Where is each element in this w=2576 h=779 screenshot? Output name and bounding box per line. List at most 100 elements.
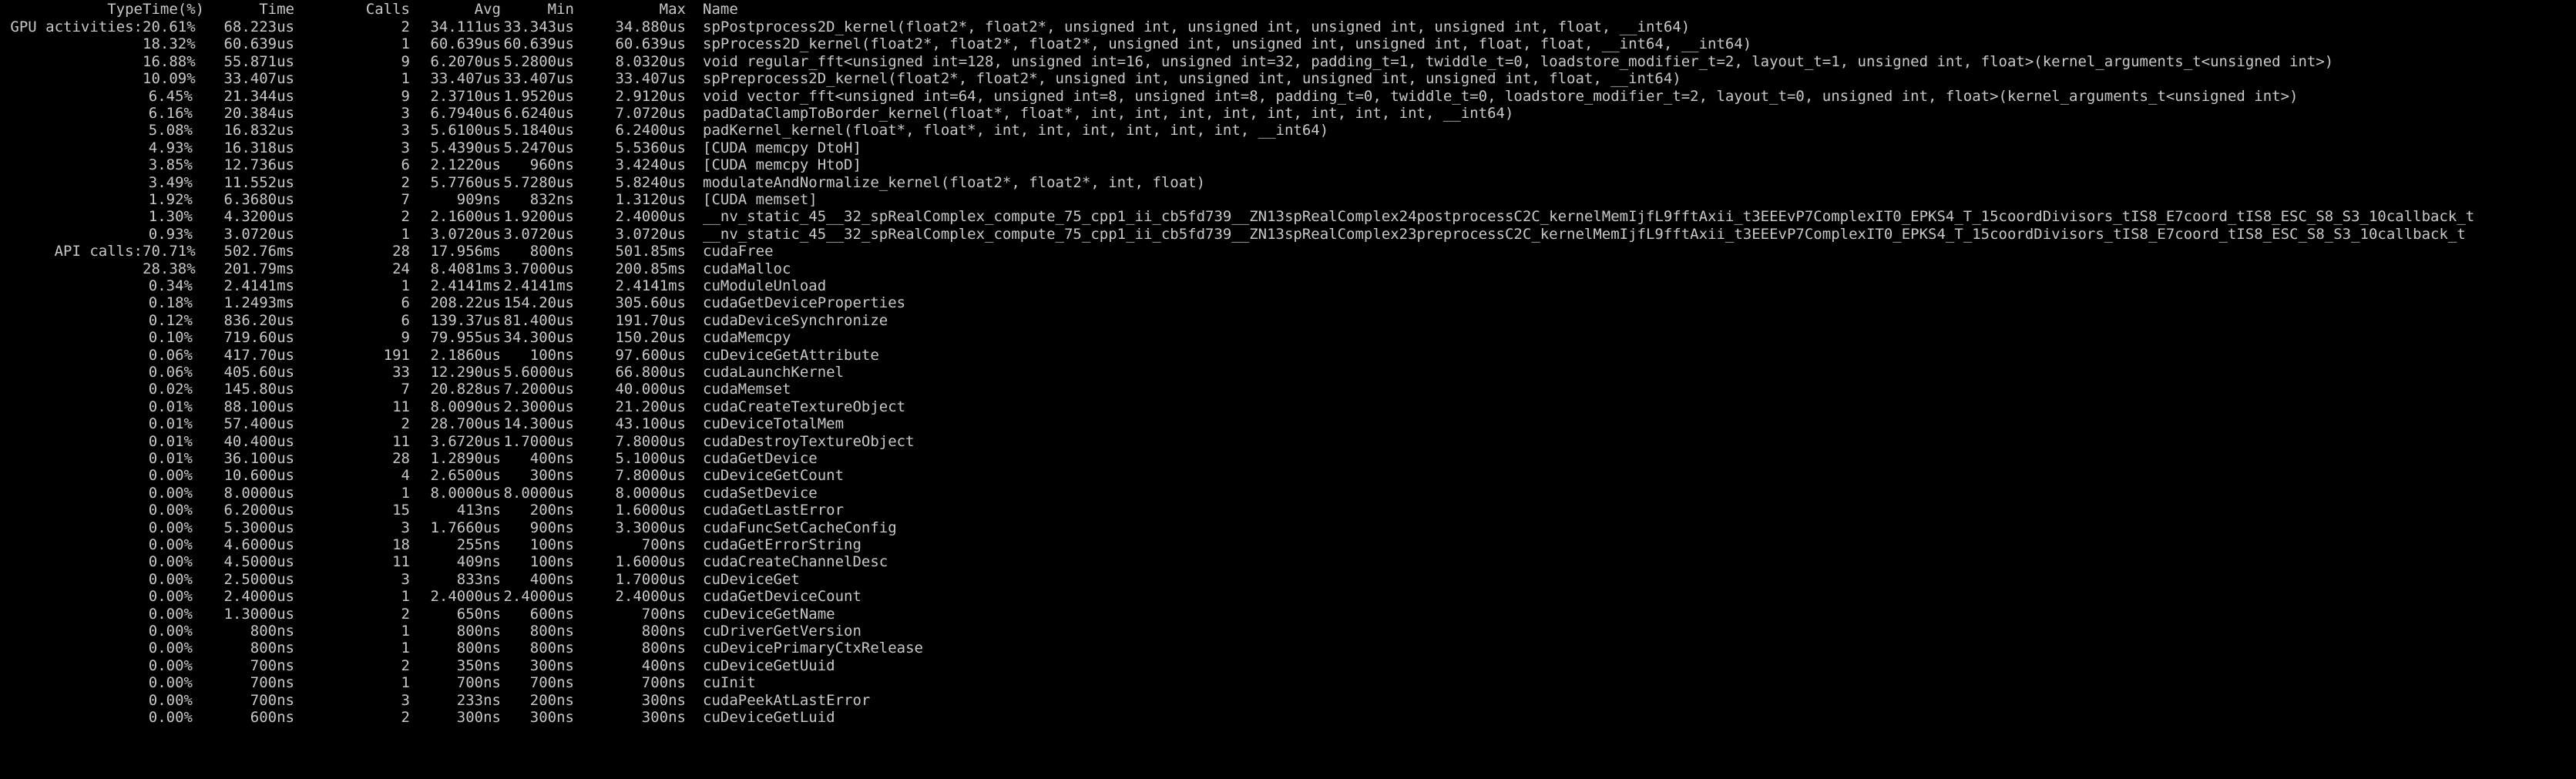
cell-name: cudaFree <box>703 243 774 260</box>
cell-min: 800ns <box>529 640 574 657</box>
terminal-output: Type Time(%) Time Calls Avg Min Max Name… <box>0 0 2576 779</box>
cell-time: 10.600us <box>223 467 294 485</box>
cell-time-pct: 0.00% <box>148 570 193 588</box>
cell-calls: 28 <box>392 449 410 467</box>
cell-time-pct: 0.00% <box>148 502 193 519</box>
cell-avg: 17.956ms <box>430 243 501 260</box>
cell-time-pct: 0.01% <box>148 415 193 433</box>
cell-avg: 1.2890us <box>430 449 501 467</box>
cell-min: 60.639us <box>503 35 574 53</box>
cell-avg: 2.6500us <box>430 467 501 485</box>
cell-time-pct: 0.00% <box>148 622 193 640</box>
cell-max: 1.3120us <box>615 190 686 208</box>
cell-calls: 11 <box>392 553 410 571</box>
cell-max: 1.6000us <box>615 502 686 519</box>
cell-name: [CUDA memset] <box>703 190 818 208</box>
cell-max: 34.880us <box>615 18 686 35</box>
cell-max: 2.9120us <box>615 87 686 105</box>
header-avg: Avg <box>474 1 501 18</box>
cell-time: 1.3000us <box>223 605 294 623</box>
header-time: Time <box>259 1 294 18</box>
cell-name: cuDeviceTotalMem <box>703 415 845 433</box>
cell-time: 40.400us <box>223 432 294 450</box>
cell-min: 81.400us <box>503 311 574 329</box>
cell-avg: 139.37us <box>430 311 501 329</box>
cell-max: 800ns <box>641 640 686 657</box>
cell-max: 3.4240us <box>615 156 686 174</box>
cell-min: 100ns <box>529 553 574 571</box>
cell-max: 5.1000us <box>615 449 686 467</box>
cell-name: cudaGetDeviceProperties <box>703 294 906 312</box>
cell-max: 8.0320us <box>615 52 686 70</box>
cell-time-pct: 0.01% <box>148 449 193 467</box>
cell-time: 88.100us <box>223 398 294 415</box>
cell-max: 300ns <box>641 708 686 726</box>
cell-name: cudaMemset <box>703 381 791 398</box>
header-calls: Calls <box>365 1 410 18</box>
cell-avg: 2.4141ms <box>430 277 501 294</box>
cell-min: 14.300us <box>503 415 574 433</box>
cell-min: 1.9520us <box>503 87 574 105</box>
cell-max: 60.639us <box>615 35 686 53</box>
cell-avg: 28.700us <box>430 415 501 433</box>
cell-avg: 650ns <box>456 605 501 623</box>
cell-avg: 413ns <box>456 502 501 519</box>
cell-name: padKernel_kernel(float*, float*, int, in… <box>703 122 1329 139</box>
cell-min: 3.7000us <box>503 260 574 277</box>
cell-name: cudaMemcpy <box>703 329 791 347</box>
cell-avg: 8.4081ms <box>430 260 501 277</box>
cell-time: 4.5000us <box>223 553 294 571</box>
cell-name: spPreprocess2D_kernel(float2*, float2*, … <box>703 70 1681 88</box>
cell-calls: 2 <box>401 173 410 191</box>
cell-max: 2.4141ms <box>615 277 686 294</box>
cell-avg: 909ns <box>456 190 501 208</box>
cell-name: [CUDA memcpy DtoH] <box>703 139 861 156</box>
cell-name: cuDeviceGetLuid <box>703 708 835 726</box>
cell-min: 2.3000us <box>503 398 574 415</box>
cell-type: API calls: <box>54 243 143 260</box>
cell-time-pct: 10.09% <box>143 70 196 88</box>
cell-time-pct: 0.00% <box>148 605 193 623</box>
cell-avg: 3.0720us <box>430 225 501 243</box>
cell-min: 3.0720us <box>503 225 574 243</box>
cell-time: 2.4141ms <box>223 277 294 294</box>
cell-time: 600ns <box>250 708 294 726</box>
cell-name: cudaPeekAtLastError <box>703 691 871 709</box>
cell-name: void regular_fft<unsigned int=128, unsig… <box>703 52 2334 70</box>
cell-name: cudaGetErrorString <box>703 536 861 553</box>
cell-calls: 3 <box>401 104 410 122</box>
cell-time-pct: 0.00% <box>148 467 193 485</box>
cell-avg: 20.828us <box>430 381 501 398</box>
cell-calls: 2 <box>401 208 410 226</box>
cell-name: cuDevicePrimaryCtxRelease <box>703 640 923 657</box>
cell-max: 3.3000us <box>615 519 686 536</box>
cell-time-pct: 70.71% <box>143 243 196 260</box>
cell-calls: 3 <box>401 691 410 709</box>
cell-time-pct: 0.00% <box>148 553 193 571</box>
cell-time: 800ns <box>250 640 294 657</box>
cell-min: 5.1840us <box>503 122 574 139</box>
cell-time-pct: 5.08% <box>148 122 193 139</box>
cell-min: 800ns <box>529 243 574 260</box>
header-time-pct: Time(%) <box>143 1 205 18</box>
cell-calls: 18 <box>392 536 410 553</box>
cell-time: 836.20us <box>223 311 294 329</box>
cell-name: cuDeviceGetCount <box>703 467 845 485</box>
cell-calls: 191 <box>383 346 410 364</box>
cell-avg: 12.290us <box>430 363 501 381</box>
cell-time-pct: 16.88% <box>143 52 196 70</box>
cell-name: padDataClampToBorder_kernel(float*, floa… <box>703 104 1514 122</box>
cell-time-pct: 20.61% <box>143 18 196 35</box>
cell-name: cuInit <box>703 674 756 692</box>
cell-time-pct: 6.45% <box>148 87 193 105</box>
cell-avg: 79.955us <box>430 329 501 347</box>
cell-time: 502.76ms <box>223 243 294 260</box>
cell-time-pct: 0.00% <box>148 674 193 692</box>
cell-calls: 2 <box>401 656 410 674</box>
cell-calls: 3 <box>401 139 410 156</box>
cell-min: 8.0000us <box>503 484 574 502</box>
cell-time: 1.2493ms <box>223 294 294 312</box>
cell-min: 200ns <box>529 691 574 709</box>
cell-time-pct: 0.01% <box>148 432 193 450</box>
cell-avg: 8.0090us <box>430 398 501 415</box>
